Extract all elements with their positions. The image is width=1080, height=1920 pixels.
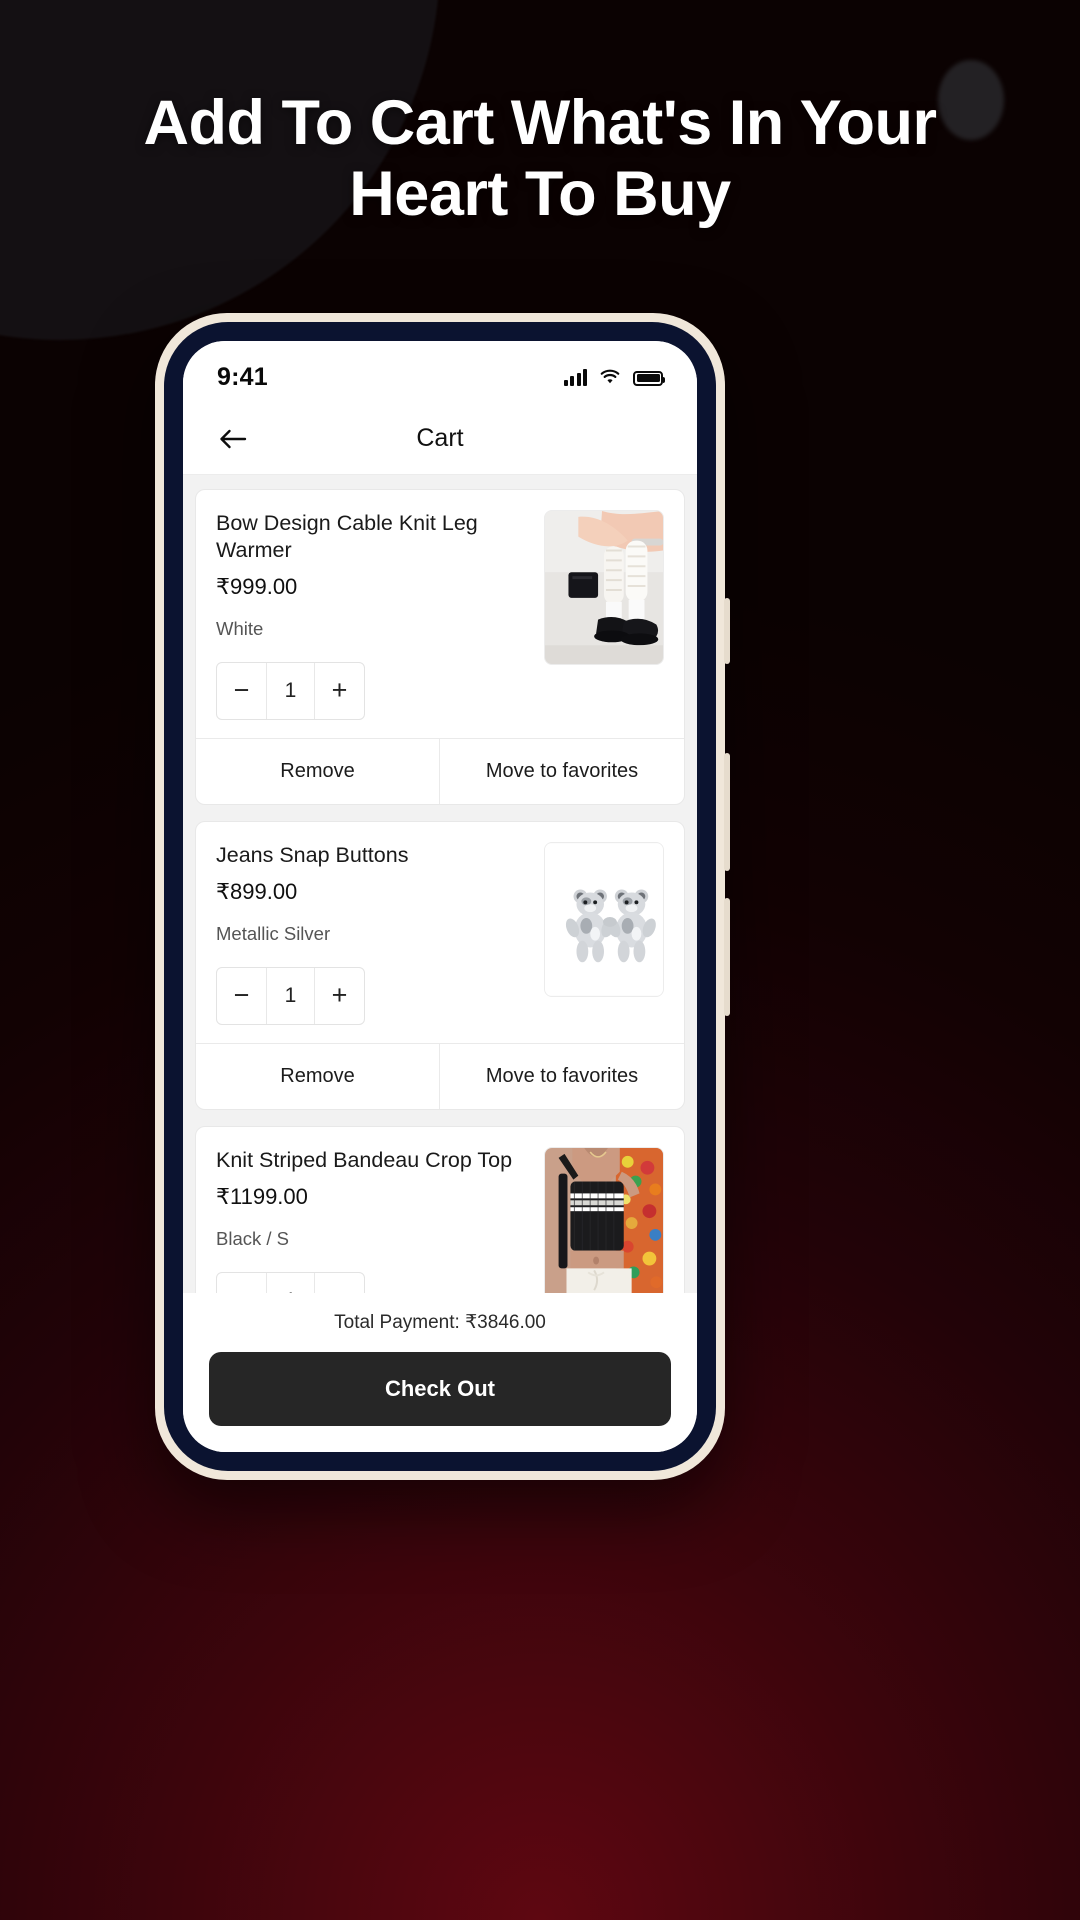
cart-item-actions: Remove Move to favorites xyxy=(196,737,684,804)
arrow-left-icon xyxy=(220,429,247,448)
product-price: ₹1199.00 xyxy=(216,1183,308,1209)
status-bar-icons xyxy=(563,368,665,386)
phone-volume-down-button xyxy=(724,898,730,1016)
wifi-icon xyxy=(599,369,621,386)
white-cable-knit-leg-warmers-photo xyxy=(545,511,663,664)
cart-item-details: Knit Striped Bandeau Crop Top ₹1199.00 B… xyxy=(196,1127,684,1293)
cart-item-info: Bow Design Cable Knit Leg Warmer ₹999.00… xyxy=(216,510,534,720)
cart-item-info: Jeans Snap Buttons ₹899.00 Metallic Silv… xyxy=(216,842,534,1025)
cart-item-card: Knit Striped Bandeau Crop Top ₹1199.00 B… xyxy=(195,1125,685,1293)
remove-button[interactable]: Remove xyxy=(196,1043,440,1109)
quantity-value: 1 xyxy=(266,1272,315,1293)
phone-screen: 9:41 Cart Bow Design Cable Knit Leg Warm… xyxy=(183,341,697,1452)
cart-footer: Total Payment: ₹3846.00 Check Out xyxy=(183,1293,697,1452)
product-variant: White xyxy=(216,617,264,639)
decrease-quantity-button[interactable]: − xyxy=(217,663,266,719)
page-title: Cart xyxy=(416,424,464,452)
silver-teddy-bear-snap-buttons-photo xyxy=(545,843,663,996)
product-thumbnail[interactable] xyxy=(544,841,664,997)
product-title: Jeans Snap Buttons xyxy=(216,842,409,867)
status-bar-time: 9:41 xyxy=(217,362,268,391)
decrease-quantity-button[interactable]: − xyxy=(217,1273,266,1294)
quantity-stepper[interactable]: − 1 + xyxy=(216,966,365,1025)
phone-volume-up-button xyxy=(724,753,730,871)
product-title: Knit Striped Bandeau Crop Top xyxy=(216,1147,513,1172)
decrease-quantity-button[interactable]: − xyxy=(217,968,266,1024)
product-price: ₹999.00 xyxy=(216,573,298,599)
phone-mute-switch xyxy=(724,598,730,664)
quantity-stepper[interactable]: − 1 + xyxy=(216,661,365,720)
increase-quantity-button[interactable]: + xyxy=(315,1273,364,1294)
phone-mockup: 9:41 Cart Bow Design Cable Knit Leg Warm… xyxy=(155,313,730,1480)
cart-items-list[interactable]: Bow Design Cable Knit Leg Warmer ₹999.00… xyxy=(183,475,697,1293)
cart-item-details: Bow Design Cable Knit Leg Warmer ₹999.00… xyxy=(196,490,684,738)
cart-item-card: Bow Design Cable Knit Leg Warmer ₹999.00… xyxy=(195,489,685,805)
quantity-stepper[interactable]: − 1 + xyxy=(216,1271,365,1294)
battery-full-icon xyxy=(633,370,665,386)
quantity-value: 1 xyxy=(266,967,315,1024)
increase-quantity-button[interactable]: + xyxy=(315,663,364,719)
status-bar: 9:41 xyxy=(183,341,697,403)
cart-item-info: Knit Striped Bandeau Crop Top ₹1199.00 B… xyxy=(216,1147,534,1293)
increase-quantity-button[interactable]: + xyxy=(315,968,364,1024)
product-thumbnail[interactable] xyxy=(544,1146,664,1293)
move-to-favorites-button[interactable]: Move to favorites xyxy=(440,739,684,804)
product-thumbnail[interactable] xyxy=(544,510,664,665)
product-price: ₹899.00 xyxy=(216,878,298,904)
back-button[interactable] xyxy=(213,419,253,459)
quantity-value: 1 xyxy=(266,662,315,719)
hero-headline: Add To Cart What's In Your Heart To Buy xyxy=(143,88,937,230)
black-striped-bandeau-crop-top-photo xyxy=(545,1147,663,1293)
cart-item-card: Jeans Snap Buttons ₹899.00 Metallic Silv… xyxy=(195,820,685,1110)
product-title: Bow Design Cable Knit Leg Warmer xyxy=(216,511,478,562)
remove-button[interactable]: Remove xyxy=(196,738,440,804)
cellular-signal-icon xyxy=(563,368,587,386)
move-to-favorites-button[interactable]: Move to favorites xyxy=(440,1044,684,1109)
product-variant: Metallic Silver xyxy=(216,922,331,944)
cart-item-details: Jeans Snap Buttons ₹899.00 Metallic Silv… xyxy=(196,822,684,1043)
total-payment-label: Total Payment: ₹3846.00 xyxy=(334,1312,546,1333)
product-variant: Black / S xyxy=(216,1227,289,1249)
checkout-button[interactable]: Check Out xyxy=(209,1352,671,1426)
app-header: Cart xyxy=(183,403,697,475)
cart-item-actions: Remove Move to favorites xyxy=(196,1042,684,1109)
